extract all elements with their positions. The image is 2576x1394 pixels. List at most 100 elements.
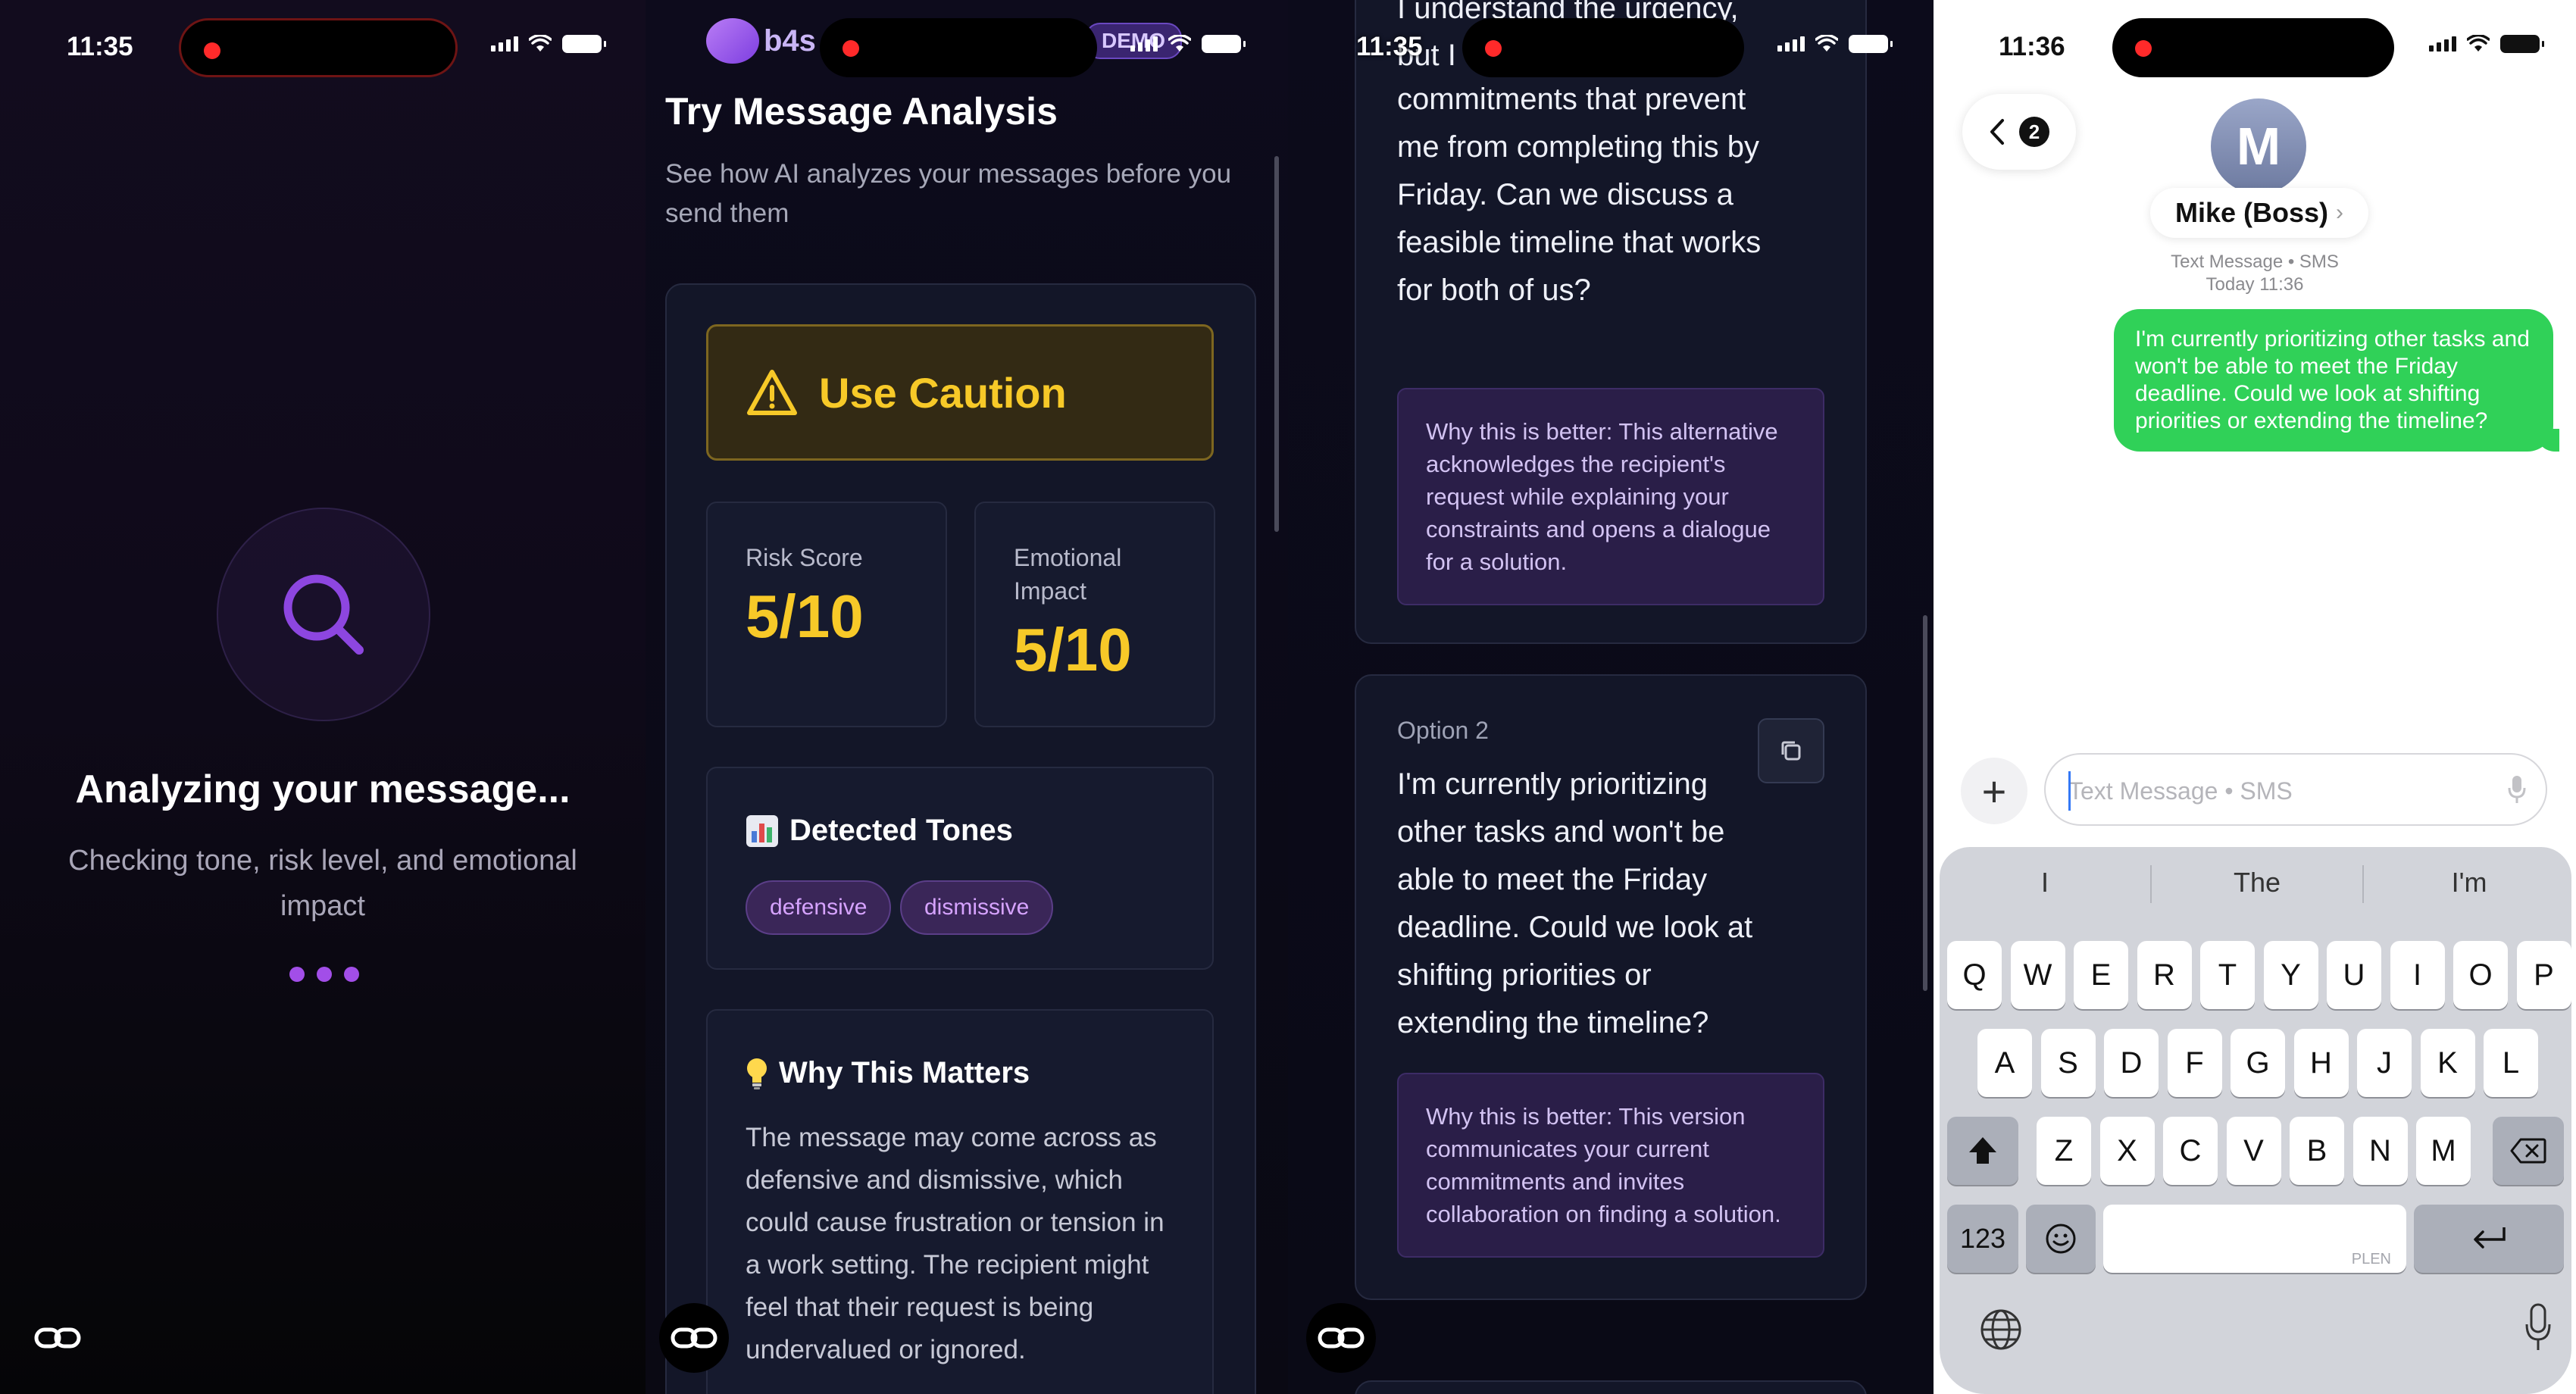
- scrollbar[interactable]: [1274, 156, 1279, 532]
- status-bar: 11:35: [1288, 0, 1934, 98]
- key-q[interactable]: Q: [1947, 941, 2002, 1009]
- return-key[interactable]: [2414, 1205, 2564, 1273]
- status-icons: [491, 35, 606, 53]
- option-text: commitments that prevent me from complet…: [1397, 83, 1762, 307]
- status-time: 11:36: [1999, 32, 2065, 61]
- key-l[interactable]: L: [2484, 1029, 2538, 1097]
- key-e[interactable]: E: [2074, 941, 2128, 1009]
- key-v[interactable]: V: [2226, 1117, 2281, 1185]
- suggestion[interactable]: I'm: [2364, 867, 2574, 899]
- key-h[interactable]: H: [2293, 1029, 2349, 1097]
- space-key[interactable]: PLEN: [2103, 1205, 2406, 1273]
- link-icon[interactable]: [659, 1303, 729, 1373]
- suggestion[interactable]: I: [1940, 867, 2150, 899]
- key-f[interactable]: F: [2167, 1029, 2222, 1097]
- key-j[interactable]: J: [2357, 1029, 2412, 1097]
- unread-badge: 2: [2019, 117, 2049, 147]
- key-w[interactable]: W: [2010, 941, 2065, 1009]
- lightbulb-icon: [747, 1058, 767, 1089]
- numbers-key[interactable]: 123: [1947, 1205, 2018, 1273]
- caution-banner: Use Caution: [706, 324, 1214, 461]
- battery-icon: [2500, 35, 2544, 53]
- text-cursor: [2068, 771, 2071, 811]
- status-time: 11:35: [67, 32, 133, 61]
- key-s[interactable]: S: [2040, 1029, 2096, 1097]
- sent-message-bubble[interactable]: I'm currently prioritizing other tasks a…: [2114, 309, 2559, 452]
- why-better-box: Why this is better: This version communi…: [1397, 1073, 1824, 1258]
- bar-chart-icon: [746, 814, 778, 847]
- emotional-impact-value: 5/10: [1014, 616, 1132, 683]
- risk-score-card: Risk Score 5/10: [706, 502, 947, 727]
- key-r[interactable]: R: [2137, 941, 2192, 1009]
- key-p[interactable]: P: [2516, 941, 2571, 1009]
- key-u[interactable]: U: [2327, 941, 2381, 1009]
- key-m[interactable]: M: [2416, 1117, 2471, 1185]
- tone-tag: dismissive: [900, 880, 1054, 935]
- message-analysis-screen: b4s DEMO Try Message Analysis See how AI…: [646, 0, 1288, 1394]
- chevron-left-icon: [1990, 119, 2004, 145]
- detected-tones-heading: Detected Tones: [746, 814, 1013, 848]
- why-this-matters-heading: Why This Matters: [746, 1056, 1030, 1090]
- avatar[interactable]: M: [2211, 98, 2306, 194]
- key-o[interactable]: O: [2453, 941, 2508, 1009]
- globe-icon[interactable]: [1979, 1308, 2023, 1352]
- contact-name: Mike (Boss): [2174, 197, 2329, 228]
- key-i[interactable]: I: [2390, 941, 2445, 1009]
- signal-icon: [2429, 36, 2456, 52]
- dictation-microphone-icon[interactable]: [2524, 1303, 2552, 1353]
- status-bar: 11:35: [0, 0, 646, 98]
- why-this-matters-text: The message may come across as defensive…: [746, 1123, 1165, 1364]
- dynamic-island: [2112, 18, 2394, 77]
- microphone-icon[interactable]: [2508, 774, 2526, 805]
- link-icon[interactable]: [23, 1303, 92, 1373]
- search-icon-circle: [217, 508, 430, 721]
- message-text-field[interactable]: [2068, 770, 2493, 812]
- dynamic-island: [179, 18, 458, 77]
- why-this-matters-card: Why This Matters The message may come ac…: [706, 1009, 1214, 1394]
- key-y[interactable]: Y: [2263, 941, 2318, 1009]
- page-title: Try Message Analysis: [665, 90, 1058, 133]
- key-c[interactable]: C: [2163, 1117, 2218, 1185]
- message-meta: Text Message • SMS: [2171, 252, 2339, 272]
- wifi-icon: [2467, 35, 2490, 52]
- why-better-box: Why this is better: This alternative ack…: [1397, 388, 1824, 605]
- loading-dots: [289, 967, 359, 982]
- signal-icon: [1130, 36, 1158, 52]
- caution-label: Use Caution: [819, 368, 1067, 417]
- option-label: Option 2: [1397, 717, 1489, 744]
- key-d[interactable]: D: [2104, 1029, 2159, 1097]
- signal-icon: [1777, 36, 1805, 52]
- battery-icon: [562, 35, 606, 53]
- add-attachment-button[interactable]: +: [1961, 758, 2027, 824]
- risk-score-label: Risk Score: [746, 544, 863, 571]
- key-k[interactable]: K: [2420, 1029, 2475, 1097]
- emoji-icon: [2046, 1224, 2076, 1254]
- keyboard: I The I'm 123 PLEN QWERTYUIOPASDFGHJKLZX…: [1940, 847, 2571, 1394]
- chevron-right-icon: ›: [2336, 200, 2344, 225]
- signal-icon: [491, 36, 518, 52]
- shift-key[interactable]: [1947, 1117, 2018, 1185]
- page-subtitle: See how AI analyzes your messages before…: [665, 159, 1232, 228]
- search-icon: [283, 574, 364, 655]
- key-x[interactable]: X: [2099, 1117, 2155, 1185]
- analyzing-title: Analyzing your message...: [75, 767, 571, 811]
- alternatives-screen: I understand the urgency, but I commitme…: [1288, 0, 1934, 1394]
- scrollbar[interactable]: [1923, 615, 1927, 991]
- contact-name-button[interactable]: Mike (Boss) ›: [2150, 188, 2368, 238]
- message-input[interactable]: [2044, 753, 2547, 826]
- key-t[interactable]: T: [2200, 941, 2255, 1009]
- link-icon[interactable]: [1306, 1303, 1376, 1373]
- key-n[interactable]: N: [2352, 1117, 2408, 1185]
- status-bar: [646, 0, 1288, 98]
- emoji-key[interactable]: [2026, 1205, 2096, 1273]
- key-z[interactable]: Z: [2037, 1117, 2091, 1185]
- wifi-icon: [529, 35, 552, 52]
- risk-score-value: 5/10: [746, 583, 864, 650]
- status-icons: [2429, 35, 2544, 53]
- key-b[interactable]: B: [2290, 1117, 2344, 1185]
- key-a[interactable]: A: [1977, 1029, 2032, 1097]
- back-button[interactable]: 2: [1962, 94, 2076, 170]
- key-g[interactable]: G: [2231, 1029, 2285, 1097]
- suggestion[interactable]: The: [2152, 867, 2362, 899]
- backspace-key[interactable]: [2493, 1117, 2564, 1185]
